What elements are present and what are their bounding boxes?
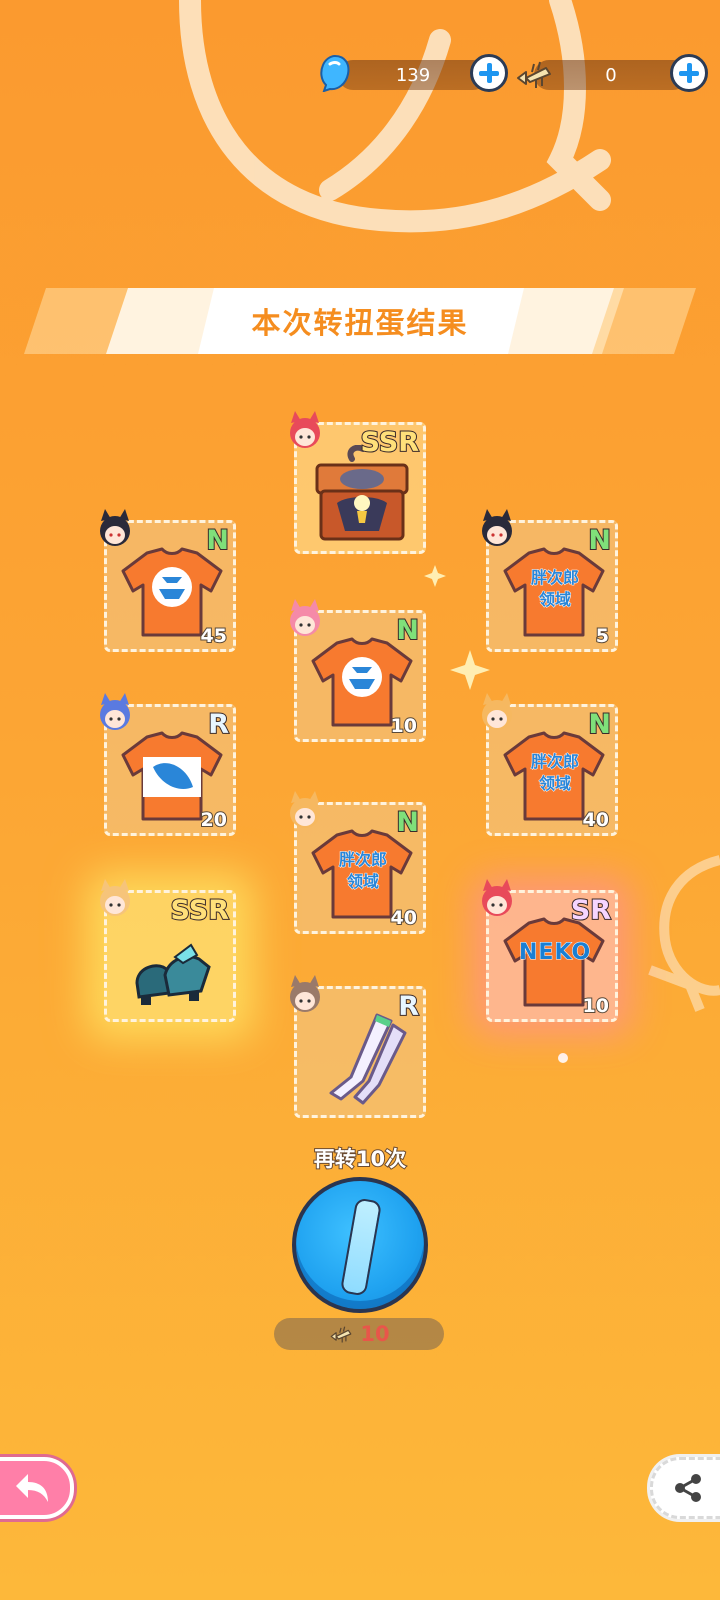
tshirt-print-text: NEKO (519, 940, 592, 965)
rarity-label: N (395, 806, 420, 839)
result-item-card[interactable]: N 10 (290, 599, 426, 742)
character-avatar-icon (290, 975, 320, 1012)
result-item-card[interactable]: SSR (100, 879, 236, 1022)
rarity-label: R (207, 708, 230, 741)
rarity-label: SSR (360, 426, 421, 459)
spin-again-label: 再转10次 (313, 1146, 407, 1172)
character-avatar-icon (100, 693, 130, 730)
stockings-icon (329, 1013, 407, 1105)
fishbone-currency: 0 (514, 54, 708, 92)
spin-again-button[interactable] (292, 1177, 428, 1313)
share-icon (675, 1474, 701, 1502)
gem-icon (320, 54, 350, 92)
rarity-label: SR (570, 894, 612, 927)
rarity-label: R (397, 990, 420, 1023)
gem-count: 139 (395, 64, 431, 86)
back-button[interactable] (0, 1457, 74, 1519)
tshirt-print-text: 胖次郎 领域 (530, 752, 579, 794)
character-avatar-icon (290, 791, 320, 828)
item-count: 40 (582, 808, 610, 832)
result-item-card[interactable]: SSR (290, 411, 426, 554)
character-avatar-icon (100, 879, 130, 916)
tshirt-print-text: 胖次郎 领域 (530, 568, 579, 610)
item-count: 10 (390, 714, 418, 738)
add-gems-button[interactable] (470, 54, 508, 92)
share-button[interactable] (650, 1457, 720, 1519)
character-avatar-icon (290, 411, 320, 448)
result-item-card[interactable]: 胖次郎 领域 N 40 (482, 693, 618, 836)
rarity-label: N (587, 708, 612, 741)
fishbone-count: 0 (605, 64, 617, 86)
add-fishbone-button[interactable] (670, 54, 708, 92)
result-item-card[interactable]: R (290, 975, 426, 1118)
banner-title: 本次转扭蛋结果 (251, 306, 469, 340)
item-count: 10 (582, 994, 610, 1018)
tshirt-print-text: 胖次郎 领域 (338, 850, 387, 892)
rarity-label: N (395, 614, 420, 647)
fishbone-count-display: 0 (534, 60, 688, 90)
character-avatar-icon (482, 693, 512, 730)
treasure-chest-icon (315, 445, 409, 541)
result-item-card[interactable]: R 20 (100, 693, 236, 836)
gem-currency: 139 (318, 54, 508, 92)
character-avatar-icon (482, 879, 512, 916)
result-item-card[interactable]: N 45 (100, 509, 236, 652)
item-count: 20 (200, 808, 228, 832)
fishbone-icon (330, 1326, 352, 1343)
rarity-label: N (205, 524, 230, 557)
item-count: 45 (200, 624, 228, 648)
character-avatar-icon (482, 509, 512, 546)
result-item-card[interactable]: 胖次郎 领域 N 40 (290, 791, 426, 934)
shoes-icon (135, 943, 211, 1005)
spin-cost-value: 10 (360, 1322, 390, 1346)
spin-cost: 10 (274, 1318, 444, 1350)
rarity-label: SSR (170, 894, 231, 927)
result-banner: 本次转扭蛋结果 (24, 288, 696, 354)
character-avatar-icon (290, 599, 320, 636)
result-item-card[interactable]: NEKO SR 10 (482, 879, 618, 1022)
character-avatar-icon (100, 509, 130, 546)
result-item-card[interactable]: 胖次郎 领域 N 5 (482, 509, 618, 652)
item-count: 5 (595, 624, 610, 648)
item-count: 40 (390, 906, 418, 930)
gem-count-display: 139 (338, 60, 488, 90)
rarity-label: N (587, 524, 612, 557)
gacha-handle-icon (339, 1197, 383, 1297)
back-arrow-icon (16, 1474, 48, 1502)
fishbone-icon (517, 61, 551, 88)
